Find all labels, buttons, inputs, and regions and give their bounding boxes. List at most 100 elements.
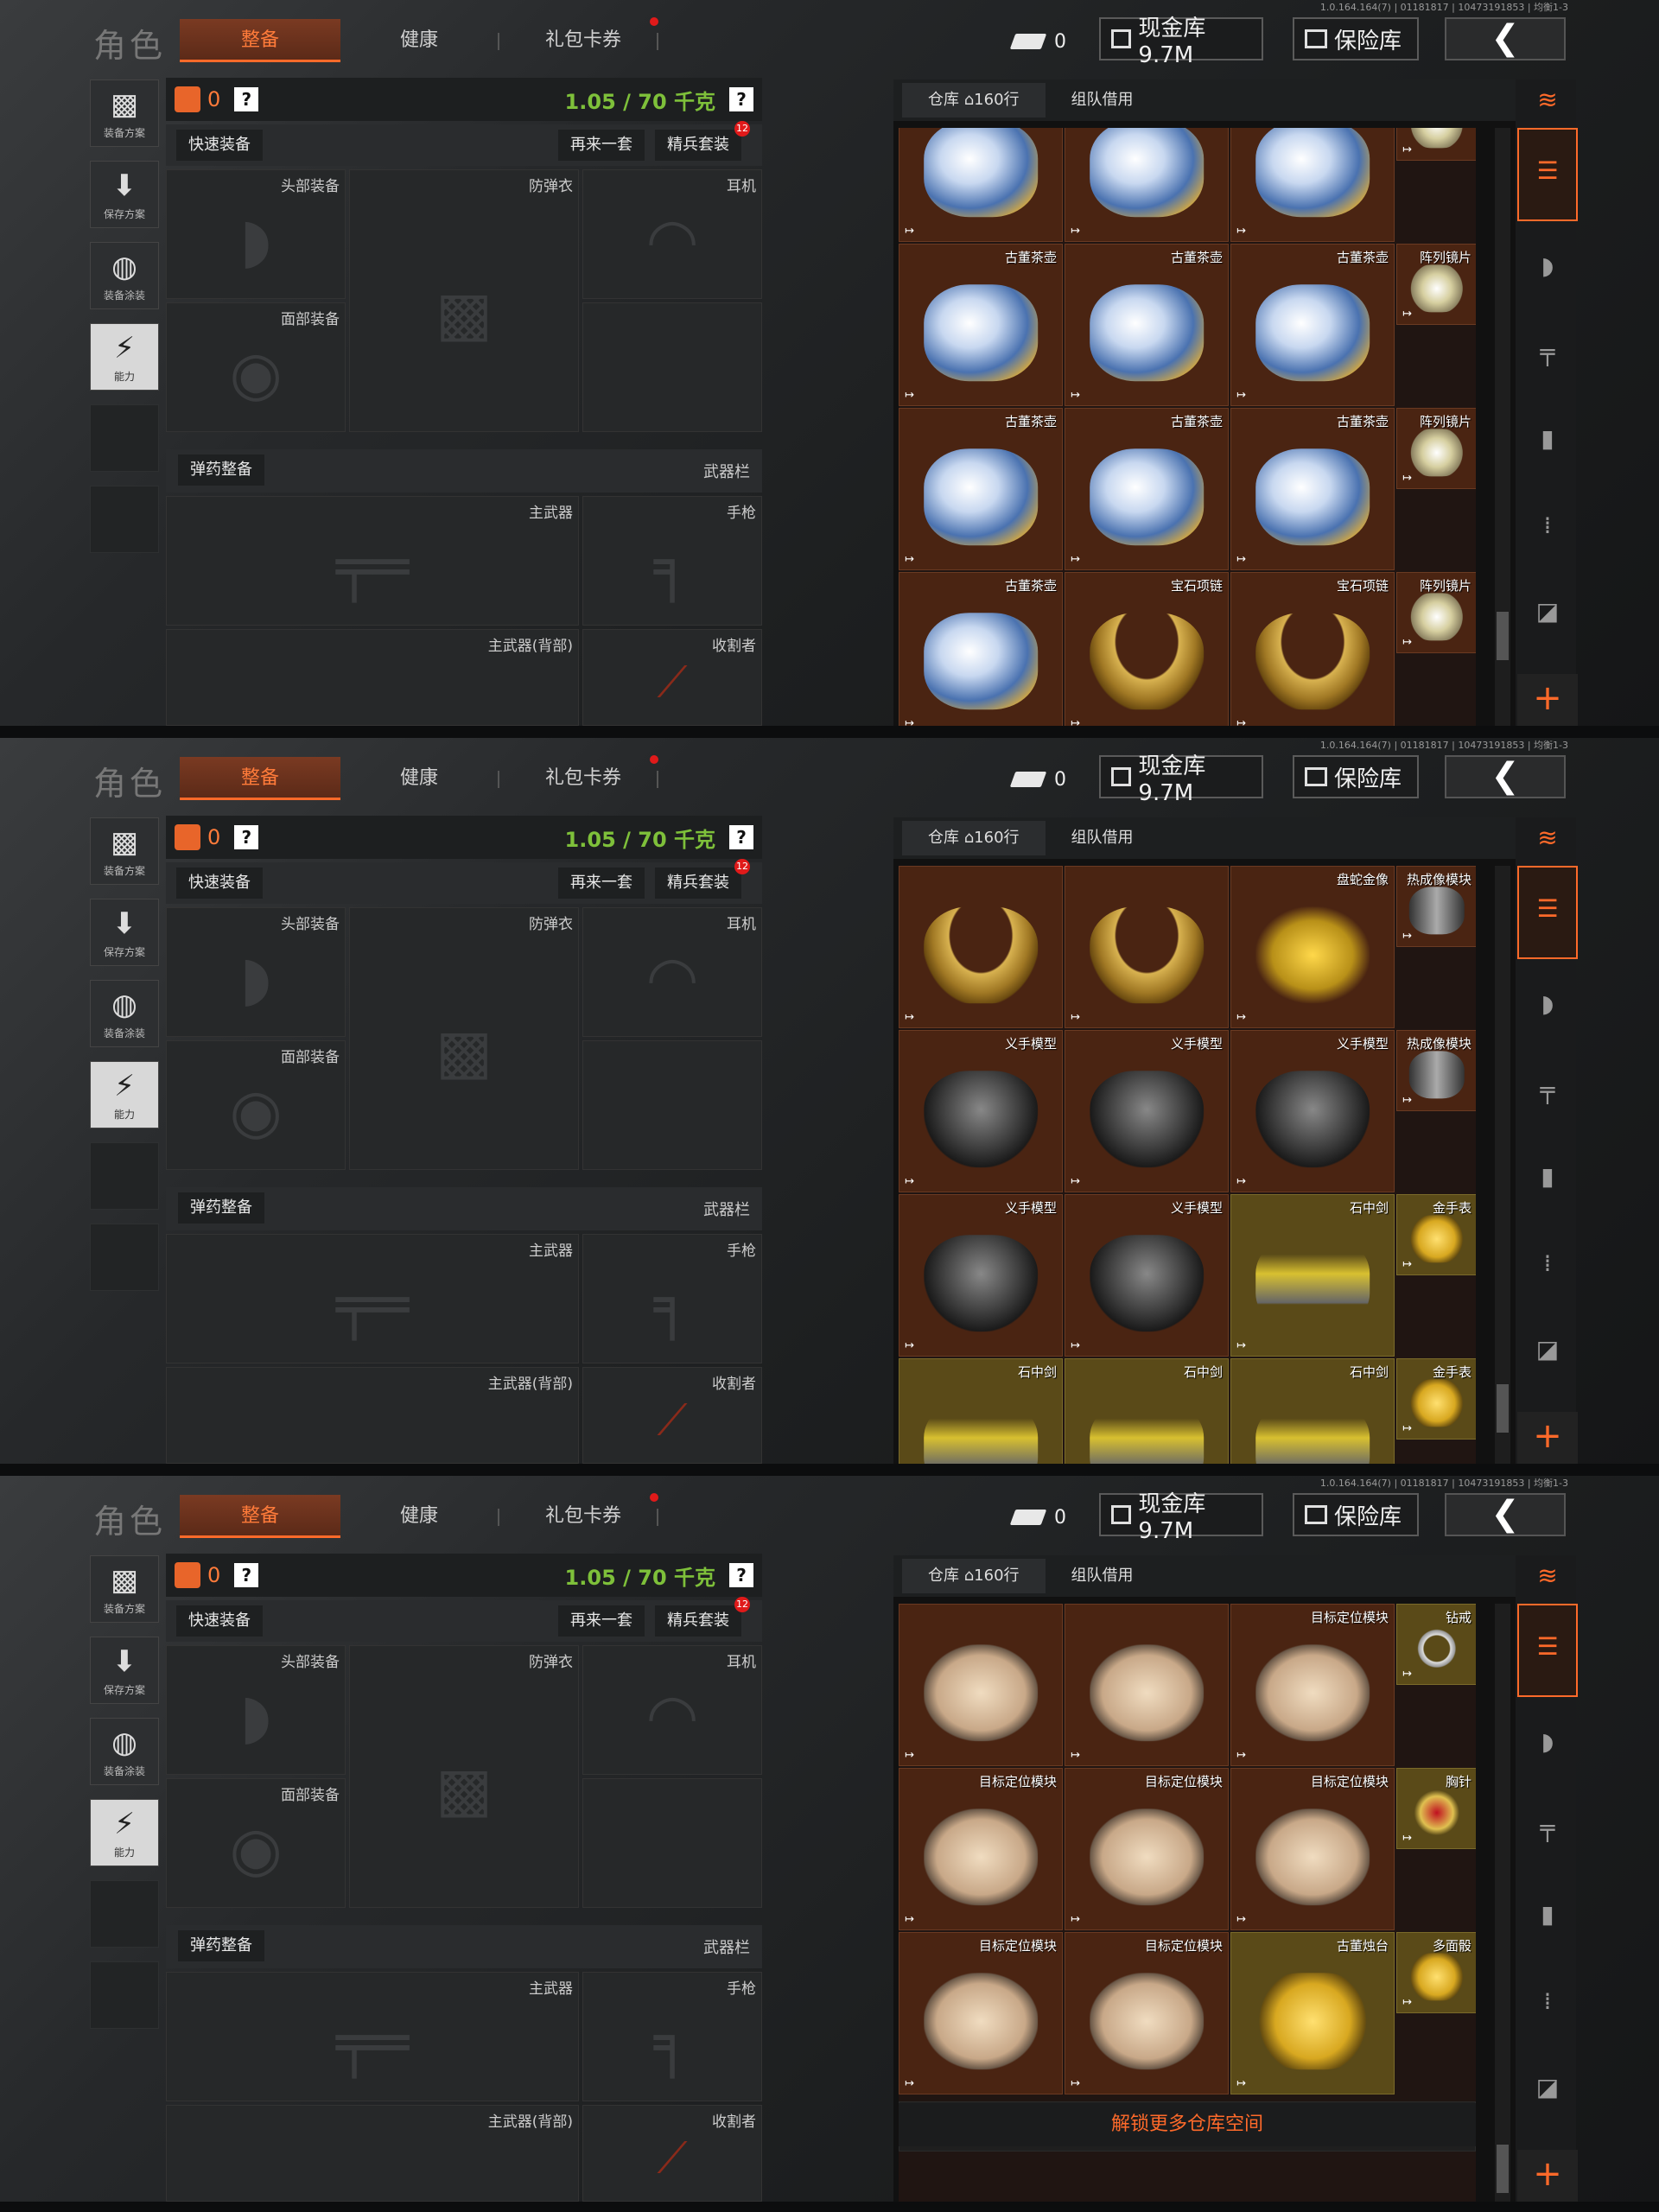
weight-help-icon[interactable]: ?	[729, 87, 753, 111]
face-slot[interactable]: 面部装备 ◉	[166, 1778, 346, 1908]
back-button[interactable]: ❮	[1445, 17, 1566, 60]
tab-team-borrow[interactable]: 组队借用	[1046, 1559, 1160, 1593]
weight-help-icon[interactable]: ?	[729, 1563, 753, 1587]
elite-set-button[interactable]: 精兵套装 12	[655, 859, 750, 899]
main-weapon-slot[interactable]: 主武器 ╤═	[166, 496, 579, 626]
inventory-item[interactable]: ↦	[1396, 128, 1476, 161]
inventory-item[interactable]: 目标定位模块 ↦	[899, 1932, 1063, 2094]
main-weapon-slot[interactable]: 主武器 ╤═	[166, 1234, 579, 1363]
inventory-item[interactable]: 阵列镜片 ↦	[1396, 572, 1476, 654]
inventory-item[interactable]: 金手表 ↦	[1396, 1194, 1476, 1276]
repeat-set-button[interactable]: 再来一套	[558, 130, 645, 161]
inventory-item[interactable]: 石中剑↦	[1230, 1194, 1395, 1357]
pistol-slot[interactable]: 手枪 ╕	[582, 1234, 762, 1363]
wallet-button[interactable]: 现金库 9.7M	[1099, 753, 1263, 806]
inventory-scrollbar[interactable]	[1495, 128, 1510, 726]
skin-button[interactable]: ◍ 装备涂装	[90, 1718, 159, 1785]
tab-loadout[interactable]: 整备	[180, 1495, 340, 1538]
inventory-item[interactable]: ↦	[1065, 866, 1229, 1028]
scroll-thumb[interactable]	[1497, 612, 1509, 660]
melee-slot[interactable]: 收割者 ⟋	[582, 2105, 762, 2202]
inventory-item[interactable]: 义手模型 ↦	[899, 1194, 1063, 1357]
add-icon[interactable]: +	[1517, 2150, 1578, 2202]
vault-button[interactable]: 保险库	[1293, 1493, 1419, 1536]
inventory-item[interactable]: 宝石项链 ↦	[1230, 572, 1395, 726]
back-button[interactable]: ❮	[1445, 1493, 1566, 1536]
elite-set-button[interactable]: 精兵套装 12	[655, 1597, 750, 1637]
tab-health[interactable]: 健康	[380, 19, 458, 62]
inventory-item[interactable]: 古董烛台 ↦	[1230, 1932, 1395, 2094]
inventory-scrollbar[interactable]	[1495, 1604, 1510, 2202]
category-gear[interactable]: ◪	[1517, 570, 1578, 653]
melee-slot[interactable]: 收割者 ⟋	[582, 1367, 762, 1464]
inventory-item[interactable]: 钻戒 ↦	[1396, 1604, 1476, 1685]
save-plan-button[interactable]: ⬇ 保存方案	[90, 1637, 159, 1704]
vault-button[interactable]: 保险库	[1293, 755, 1419, 798]
weight-help-icon[interactable]: ?	[729, 825, 753, 849]
category-all[interactable]: ☰	[1517, 1604, 1578, 1697]
inventory-item[interactable]: 阵列镜片 ↦	[1396, 244, 1476, 326]
inventory-item[interactable]: 古董茶壶 ↦	[899, 408, 1063, 570]
category-helmet[interactable]: ◗	[1517, 225, 1578, 308]
inventory-item[interactable]: 金手表 ↦	[1396, 1358, 1476, 1440]
back-weapon-slot[interactable]: 主武器(背部)	[166, 1367, 579, 1464]
sort-icon[interactable]: ≋	[1517, 1555, 1578, 1597]
ammo-button[interactable]: 弹药整备	[178, 1192, 264, 1224]
ear-slot[interactable]: 耳机 ◠	[582, 907, 762, 1037]
tab-gift-cards[interactable]: 礼包卡券	[518, 757, 648, 800]
category-helmet[interactable]: ◗	[1517, 963, 1578, 1046]
category-gun[interactable]: ╤	[1517, 1787, 1578, 1870]
loadout-plan-button[interactable]: ▩ 装备方案	[90, 1555, 159, 1623]
ear-slot[interactable]: 耳机 ◠	[582, 169, 762, 299]
tab-storage[interactable]: 仓库 ⌂160行	[902, 821, 1046, 855]
ammo-button[interactable]: 弹药整备	[178, 454, 264, 486]
inventory-item[interactable]: 古董茶壶 ↦	[1065, 408, 1229, 570]
sort-icon[interactable]: ≋	[1517, 817, 1578, 859]
category-mag[interactable]: ▮	[1517, 1873, 1578, 1956]
loadout-plan-button[interactable]: ▩ 装备方案	[90, 817, 159, 885]
category-all[interactable]: ☰	[1517, 128, 1578, 221]
tab-loadout[interactable]: 整备	[180, 19, 340, 62]
tab-health[interactable]: 健康	[380, 1495, 458, 1538]
ability-button[interactable]: ⚡ 能力	[90, 1799, 159, 1866]
category-mag[interactable]: ▮	[1517, 397, 1578, 480]
category-ammo[interactable]: ⁞	[1517, 484, 1578, 567]
inventory-item[interactable]: 古董茶壶 ↦	[1230, 244, 1395, 406]
face-slot[interactable]: 面部装备 ◉	[166, 1040, 346, 1170]
sort-icon[interactable]: ≋	[1517, 79, 1578, 121]
pistol-slot[interactable]: 手枪 ╕	[582, 496, 762, 626]
inventory-item[interactable]: 义手模型 ↦	[1065, 1194, 1229, 1357]
tab-team-borrow[interactable]: 组队借用	[1046, 821, 1160, 855]
help-icon[interactable]: ?	[234, 825, 259, 849]
wallet-button[interactable]: 现金库 9.7M	[1099, 1491, 1263, 1544]
ammo-button[interactable]: 弹药整备	[178, 1930, 264, 1961]
head-slot[interactable]: 头部装备 ◗	[166, 1645, 346, 1775]
category-ammo[interactable]: ⁞	[1517, 1960, 1578, 2043]
quick-equip-button[interactable]: 快速装备	[176, 1605, 263, 1637]
inventory-item[interactable]: ↦	[1065, 128, 1229, 242]
scroll-thumb[interactable]	[1497, 2145, 1509, 2193]
ability-button[interactable]: ⚡ 能力	[90, 1061, 159, 1128]
face-slot[interactable]: 面部装备 ◉	[166, 302, 346, 432]
quick-equip-button[interactable]: 快速装备	[176, 130, 263, 161]
inventory-item[interactable]: 目标定位模块 ↦	[1065, 1932, 1229, 2094]
inventory-item[interactable]: 热成像模块 ↦	[1396, 866, 1476, 947]
category-gear[interactable]: ◪	[1517, 2046, 1578, 2129]
loadout-plan-button[interactable]: ▩ 装备方案	[90, 79, 159, 147]
tab-health[interactable]: 健康	[380, 757, 458, 800]
inventory-item[interactable]: 胸针 ↦	[1396, 1768, 1476, 1850]
wallet-button[interactable]: 现金库 9.7M	[1099, 16, 1263, 68]
tab-team-borrow[interactable]: 组队借用	[1046, 83, 1160, 118]
inventory-item[interactable]: ↦	[899, 128, 1063, 242]
armor-slot[interactable]: 防弹衣 ▩	[349, 169, 579, 432]
skin-button[interactable]: ◍ 装备涂装	[90, 242, 159, 309]
back-button[interactable]: ❮	[1445, 755, 1566, 798]
inventory-item[interactable]: 石中剑↦	[899, 1358, 1063, 1464]
head-slot[interactable]: 头部装备 ◗	[166, 169, 346, 299]
category-ammo[interactable]: ⁞	[1517, 1222, 1578, 1305]
head-slot[interactable]: 头部装备 ◗	[166, 907, 346, 1037]
save-plan-button[interactable]: ⬇ 保存方案	[90, 161, 159, 228]
unlock-storage-button[interactable]: 解锁更多仓库空间	[899, 2103, 1476, 2146]
inventory-item[interactable]: 多面骰 ↦	[1396, 1932, 1476, 2014]
category-gun[interactable]: ╤	[1517, 1049, 1578, 1132]
